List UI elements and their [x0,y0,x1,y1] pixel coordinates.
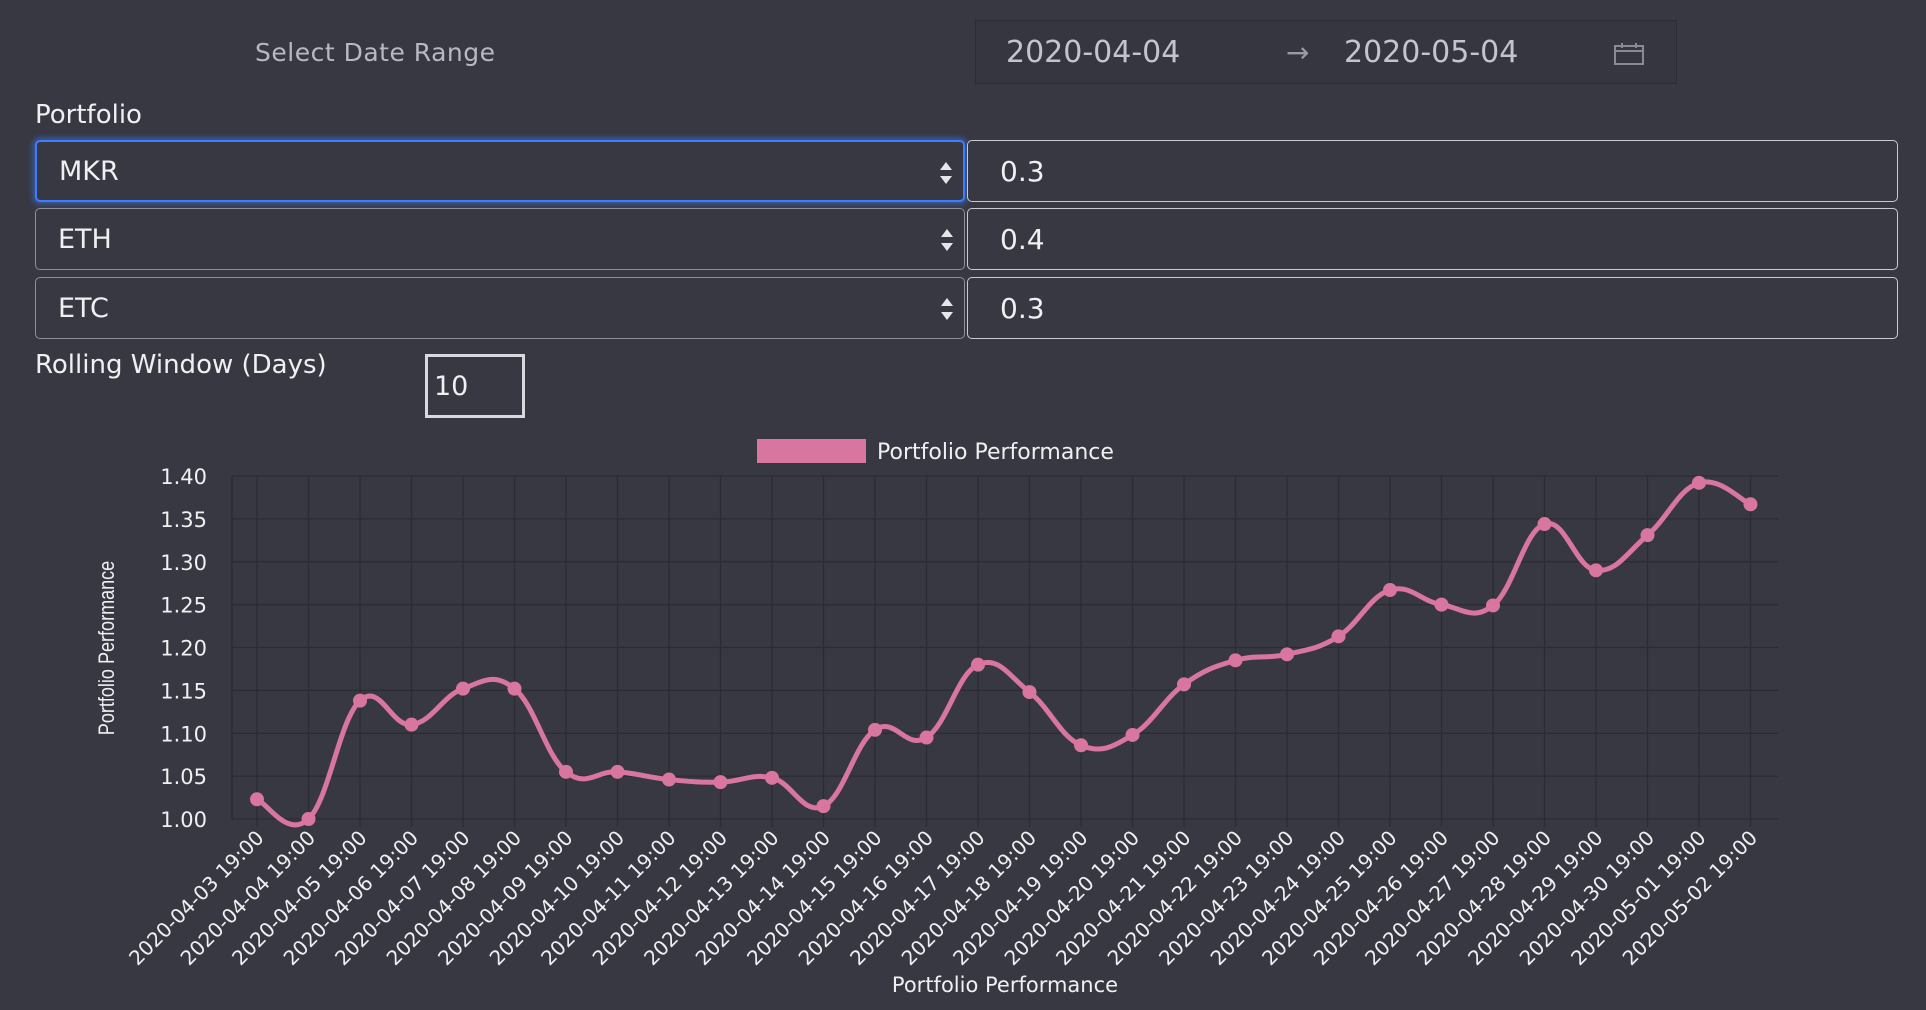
data-point [610,764,625,779]
y-tick-label: 1.05 [160,765,207,789]
asset-select-value: ETC [58,292,109,324]
portfolio-row: MKR 0.3 [35,140,1898,202]
data-point [713,775,728,790]
series-line [255,479,1752,828]
data-point [1177,677,1191,692]
rolling-window-input[interactable]: 10 [425,354,525,418]
end-date-field[interactable]: 2020-05-04 [1344,35,1518,70]
y-tick-label: 1.30 [160,551,207,575]
data-point [1125,727,1140,742]
data-point [1743,497,1758,512]
select-caret-icon [940,162,952,184]
calendar-icon[interactable] [1614,43,1644,65]
data-point [404,717,419,732]
y-axis-title: Portfolio Performance [95,561,119,735]
data-point [1383,583,1397,598]
performance-chart: 1.001.051.101.151.201.251.301.351.402020… [95,439,1778,997]
y-tick-label: 1.20 [160,637,207,661]
data-point [353,693,367,708]
select-caret-icon [941,298,953,320]
asset-select[interactable]: ETH [35,208,965,270]
date-range-label: Select Date Range [255,38,496,67]
data-point [456,681,470,696]
asset-select-value: MKR [59,155,119,187]
data-point [1434,597,1449,612]
data-point [559,764,573,779]
asset-select[interactable]: ETC [35,277,965,339]
data-point [868,722,882,737]
weight-value: 0.4 [1000,222,1045,256]
weight-value: 0.3 [1000,291,1045,325]
start-date-field[interactable]: 2020-04-04 [1006,35,1180,70]
select-caret-icon [941,229,953,251]
portfolio-row: ETH 0.4 [35,208,1898,270]
asset-select[interactable]: MKR [35,140,965,202]
data-point [971,657,985,672]
y-tick-label: 1.00 [160,808,207,832]
legend-swatch [757,439,866,463]
asset-select-value: ETH [58,223,112,255]
data-point [1589,563,1603,578]
data-point [1228,653,1243,668]
y-tick-label: 1.35 [160,508,207,532]
y-tick-label: 1.25 [160,594,207,618]
weight-input[interactable]: 0.3 [967,277,1898,339]
data-point [1022,685,1037,700]
legend-label: Portfolio Performance [877,440,1114,465]
data-point [816,799,831,814]
rolling-window-label: Rolling Window (Days) [35,350,327,380]
data-point [1074,738,1088,753]
date-range-picker[interactable]: 2020-04-04 → 2020-05-04 [975,20,1677,84]
data-point [765,770,779,785]
arrow-right-icon: → [1286,35,1310,69]
y-tick-label: 1.40 [160,465,207,489]
x-axis-title: Portfolio Performance [892,973,1118,997]
portfolio-row: ETC 0.3 [35,277,1898,339]
y-tick-label: 1.10 [160,722,207,746]
weight-input[interactable]: 0.3 [967,140,1898,202]
y-tick-label: 1.15 [160,679,207,703]
data-point [1486,598,1500,613]
data-point [919,730,934,745]
data-point [301,812,316,826]
rolling-window-value: 10 [434,370,469,402]
data-point [1692,475,1706,490]
data-point [1331,629,1346,644]
portfolio-title: Portfolio [35,100,142,130]
data-point [1537,517,1552,532]
data-point [507,681,522,696]
data-point [1640,528,1655,543]
data-point [1280,647,1294,662]
data-point [662,772,676,787]
weight-input[interactable]: 0.4 [967,208,1898,270]
weight-value: 0.3 [1000,154,1045,188]
data-point [250,792,264,807]
